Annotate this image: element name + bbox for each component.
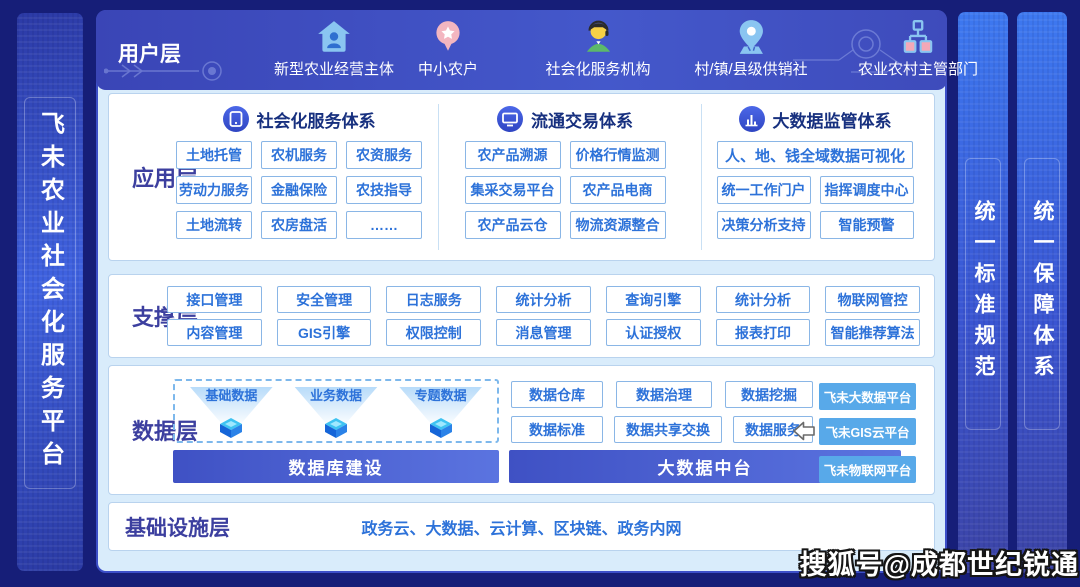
app-service-button: …… — [346, 211, 422, 239]
architecture-diagram: 飞未农业社会化服务平台 用户层 新型农业经营 — [0, 0, 1080, 587]
app-service-button: 农产品电商 — [570, 176, 666, 204]
support-button: 报表打印 — [716, 319, 811, 346]
user-layer-label: 用户层 — [118, 38, 181, 68]
app-service-button: 土地托管 — [176, 141, 252, 169]
user-item-service-org: 社会化服务机构 — [545, 18, 650, 79]
support-button: 接口管理 — [167, 286, 262, 313]
group-title: 大数据监管体系 — [773, 107, 892, 132]
platform-button: 飞未物联网平台 — [819, 456, 916, 483]
user-item-new-agri-entities: 新型农业经营主体 — [274, 18, 394, 79]
unified-standard-text: 统一标准规范 — [968, 200, 998, 386]
user-item-label: 社会化服务机构 — [545, 58, 650, 79]
app-service-button: 农房盘活 — [261, 211, 337, 239]
support-button: GIS引擎 — [277, 319, 372, 346]
support-button: 日志服务 — [386, 286, 481, 313]
phone-icon — [223, 106, 249, 132]
group-title: 流通交易体系 — [531, 107, 633, 132]
app-service-button: 金融保险 — [261, 176, 337, 204]
user-item-small-farmers: 中小农户 — [418, 18, 478, 79]
unified-guarantee-text: 统一保障体系 — [1027, 200, 1057, 386]
support-button: 安全管理 — [277, 286, 372, 313]
app-service-button: 人、地、钱全域数据可视化 — [717, 141, 913, 169]
data-cube-icon — [425, 417, 457, 439]
support-button: 智能推荐算法 — [825, 319, 920, 346]
data-layer-box: 数据层 基础数据 业务数据 — [108, 365, 935, 495]
app-service-button: 价格行情监测 — [570, 141, 666, 169]
app-service-button: 农技指导 — [346, 176, 422, 204]
watermark: 搜狐号@成都世纪锐通 — [800, 543, 1079, 582]
support-button: 物联网管控 — [825, 286, 920, 313]
support-button: 统计分析 — [716, 286, 811, 313]
app-service-button: 农资服务 — [346, 141, 422, 169]
support-button: 查询引擎 — [606, 286, 701, 313]
org-chart-icon — [899, 18, 937, 56]
application-layer-box: 应用层 社会化服务体系 土地托管 农机服务 农资服务 劳动力服务 金融保险 农技… — [108, 93, 935, 261]
user-layer-bar: 用户层 新型农业经营主体 中小农户 — [96, 10, 947, 90]
support-layer-box: 支撑层 接口管理 安全管理 日志服务 统计分析 查询引擎 统计分析 物联网管控 … — [108, 274, 935, 358]
data-button: 数据挖掘 — [725, 381, 813, 408]
platform-button: 飞未GIS云平台 — [819, 418, 916, 445]
bar-chart-icon — [739, 106, 765, 132]
data-cube-icon — [215, 417, 247, 439]
support-button: 认证授权 — [606, 319, 701, 346]
data-button: 数据标准 — [511, 416, 603, 443]
support-button: 内容管理 — [167, 319, 262, 346]
column-divider — [438, 104, 439, 250]
app-service-button: 统一工作门户 — [717, 176, 811, 204]
user-item-agri-authority: 农业农村主管部门 — [858, 18, 978, 79]
app-service-button: 决策分析支持 — [717, 211, 811, 239]
group-bigdata-supervision-system: 大数据监管体系 人、地、钱全域数据可视化 统一工作门户 指挥调度中心 决策分析支… — [709, 102, 921, 252]
dataset-label: 业务数据 — [310, 385, 362, 404]
support-button: 权限控制 — [386, 319, 481, 346]
app-service-button: 农产品溯源 — [465, 141, 561, 169]
dataset-label: 专题数据 — [415, 385, 467, 404]
group-social-service-system: 社会化服务体系 土地托管 农机服务 农资服务 劳动力服务 金融保险 农技指导 土… — [165, 102, 433, 252]
service-agent-icon — [579, 18, 617, 56]
unified-standard-banner: 统一标准规范 — [958, 12, 1008, 573]
app-service-button: 劳动力服务 — [176, 176, 252, 204]
infrastructure-content: 政务云、大数据、云计算、区块链、政务内网 — [361, 515, 681, 539]
platform-button: 飞未大数据平台 — [819, 383, 916, 410]
data-button: 数据仓库 — [511, 381, 603, 408]
dataset-label: 基础数据 — [205, 385, 257, 404]
platform-title-banner: 飞未农业社会化服务平台 — [17, 13, 83, 571]
unified-guarantee-banner: 统一保障体系 — [1017, 12, 1067, 573]
app-service-button: 农产品云仓 — [465, 211, 561, 239]
group-trade-system: 流通交易体系 农产品溯源 价格行情监测 集采交易平台 农产品电商 农产品云仓 物… — [449, 102, 681, 252]
dataset-item: 业务数据 — [286, 383, 386, 439]
support-button: 消息管理 — [496, 319, 591, 346]
app-service-button: 指挥调度中心 — [820, 176, 914, 204]
dataset-item: 专题数据 — [391, 383, 491, 439]
dataset-group: 基础数据 业务数据 专题数据 — [173, 379, 499, 443]
user-item-supply-coop: 村/镇/县级供销社 — [694, 18, 807, 79]
infrastructure-layer-label: 基础设施层 — [125, 512, 265, 542]
platform-title-text: 飞未农业社会化服务平台 — [33, 111, 68, 474]
left-arrow-icon — [793, 419, 815, 443]
support-button: 统计分析 — [496, 286, 591, 313]
user-item-label: 中小农户 — [418, 58, 478, 79]
column-divider — [701, 104, 702, 250]
dataset-item: 基础数据 — [181, 383, 281, 439]
app-service-button: 集采交易平台 — [465, 176, 561, 204]
location-pin-icon — [732, 18, 770, 56]
data-cube-icon — [320, 417, 352, 439]
app-service-button: 物流资源整合 — [570, 211, 666, 239]
app-service-button: 土地流转 — [176, 211, 252, 239]
pin-star-icon — [429, 18, 467, 56]
app-service-button: 智能预警 — [820, 211, 914, 239]
database-construction-bar: 数据库建设 — [173, 450, 499, 483]
user-item-label: 新型农业经营主体 — [274, 58, 394, 79]
group-title: 社会化服务体系 — [257, 107, 376, 132]
data-button: 数据治理 — [616, 381, 712, 408]
monitor-icon — [497, 106, 523, 132]
app-service-button: 农机服务 — [261, 141, 337, 169]
user-item-label: 村/镇/县级供销社 — [694, 58, 807, 79]
user-item-label: 农业农村主管部门 — [858, 58, 978, 79]
data-button: 数据共享交换 — [614, 416, 722, 443]
house-icon — [315, 18, 353, 56]
